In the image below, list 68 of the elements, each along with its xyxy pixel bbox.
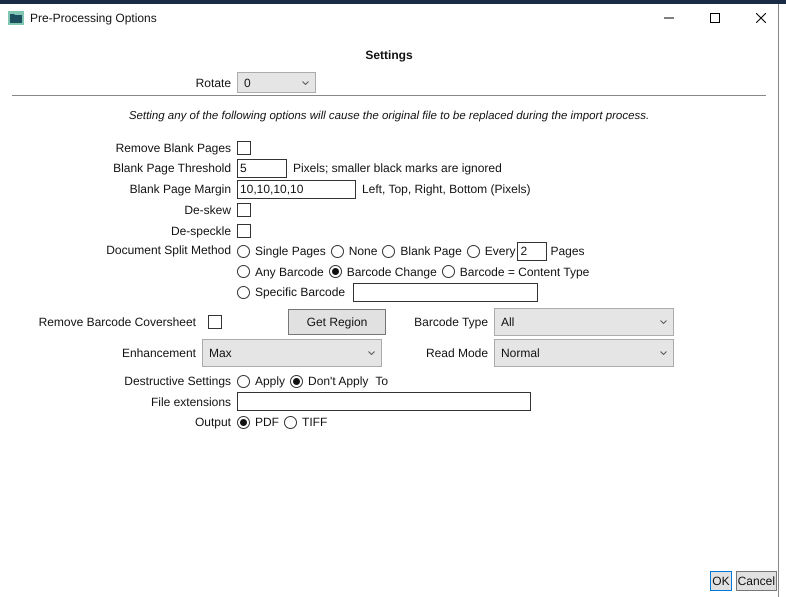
- close-icon[interactable]: [756, 13, 766, 23]
- caret-icon: [660, 351, 667, 356]
- window-title: Pre-Processing Options: [30, 10, 157, 27]
- hint-text: Pixels; smaller black marks are ignored: [293, 160, 502, 178]
- get-region-button[interactable]: Get Region: [288, 309, 386, 336]
- input-field[interactable]: 5: [237, 158, 287, 178]
- suffix-text: To: [375, 373, 388, 390]
- radio-label: Specific Barcode: [255, 284, 346, 301]
- field-label: Remove Blank Pages: [114, 140, 232, 156]
- dropdown[interactable]: Max: [202, 339, 382, 368]
- field-label: File extensions: [150, 394, 232, 411]
- dropdown[interactable]: Normal: [494, 339, 674, 368]
- checkbox[interactable]: [208, 315, 222, 330]
- radio-button[interactable]: [237, 244, 250, 258]
- radio-button[interactable]: [442, 265, 455, 278]
- radio-button[interactable]: [290, 374, 304, 388]
- input-field[interactable]: [353, 282, 538, 302]
- caret-icon: [368, 351, 375, 356]
- dialog-button[interactable]: Cancel: [736, 571, 777, 591]
- field-label: De-speckle: [170, 222, 232, 240]
- radio-button[interactable]: [237, 416, 250, 429]
- maximize-icon[interactable]: [710, 13, 720, 23]
- input-field[interactable]: 2: [517, 242, 548, 260]
- radio-label: Apply: [255, 373, 286, 390]
- field-label: Document Split Method: [105, 242, 232, 259]
- radio-label: Barcode Change: [346, 264, 437, 280]
- input-field[interactable]: [237, 392, 531, 412]
- caret-icon: [660, 320, 667, 324]
- radio-button[interactable]: [382, 244, 396, 258]
- field-label: Rotate: [194, 74, 232, 92]
- dropdown[interactable]: All: [494, 308, 674, 336]
- radio-label: Any Barcode: [255, 264, 324, 280]
- input-field[interactable]: 10,10,10,10: [237, 180, 356, 199]
- radio-button[interactable]: [237, 374, 250, 388]
- section-heading: Settings: [365, 47, 413, 64]
- field-label: Enhancement: [120, 345, 197, 362]
- checkbox[interactable]: [237, 224, 251, 238]
- radio-label: TIFF: [302, 414, 328, 432]
- radio-button[interactable]: [330, 244, 344, 258]
- radio-button[interactable]: [328, 265, 342, 278]
- radio-label: Don't Apply: [308, 373, 368, 390]
- checkbox[interactable]: [237, 203, 251, 217]
- radio-label: Blank Page: [400, 243, 462, 260]
- radio-label: None: [348, 243, 378, 260]
- radio-button[interactable]: [284, 416, 297, 429]
- hint-text: Left, Top, Right, Bottom (Pixels): [362, 181, 531, 198]
- field-label: Destructive Settings: [123, 373, 232, 390]
- field-label: Remove Barcode Coversheet: [38, 314, 197, 332]
- checkbox[interactable]: [237, 140, 251, 154]
- field-label: De-skew: [183, 202, 232, 219]
- notice-text: Setting any of the following options will cause the original file to be replaced during the import process.: [128, 109, 650, 124]
- radio-button[interactable]: [466, 244, 480, 258]
- suffix-text: Pages: [550, 243, 585, 260]
- field-label: Read Mode: [424, 345, 489, 362]
- radio-label: Barcode = Content Type: [460, 264, 590, 280]
- field-label: Blank Page Margin: [128, 181, 232, 198]
- radio-button[interactable]: [237, 286, 250, 298]
- folder-icon: [8, 11, 24, 25]
- radio-label: Every: [484, 243, 516, 260]
- field-label: Barcode Type: [413, 314, 489, 332]
- radio-button[interactable]: [237, 265, 250, 278]
- radio-label: Single Pages: [255, 243, 326, 260]
- radio-label: PDF: [255, 414, 279, 432]
- dialog-button[interactable]: OK: [710, 571, 732, 591]
- dropdown[interactable]: 0: [237, 72, 316, 93]
- field-label: Output: [194, 414, 232, 432]
- field-label: Blank Page Threshold: [112, 160, 232, 178]
- caret-icon: [302, 80, 309, 84]
